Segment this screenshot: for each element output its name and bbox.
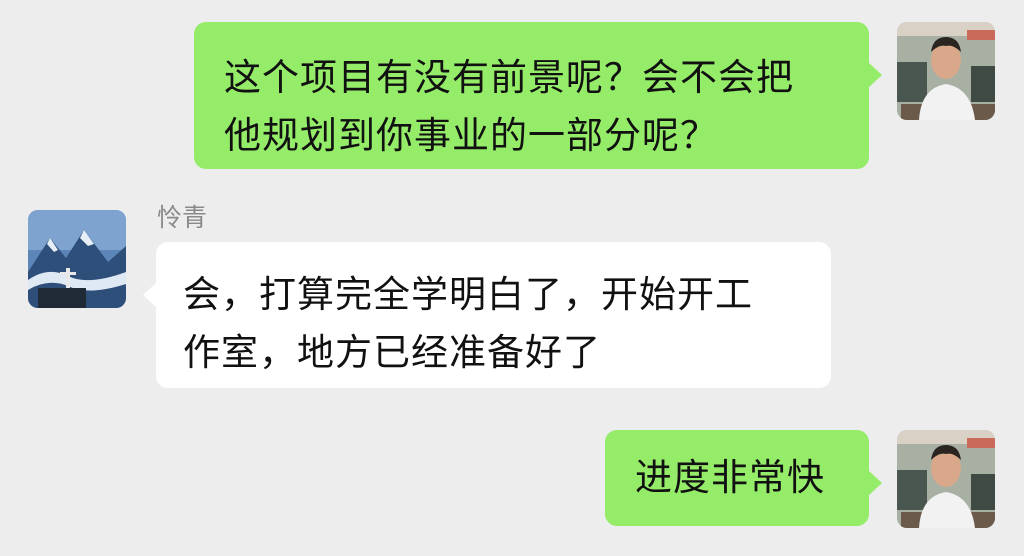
- user-avatar-photo-icon: [897, 430, 995, 528]
- avatar[interactable]: [897, 22, 995, 120]
- message-text: 这个项目有没有前景呢？会不会把 他规划到你事业的一部分呢？: [224, 56, 794, 157]
- message-bubble-outgoing[interactable]: 这个项目有没有前景呢？会不会把 他规划到你事业的一部分呢？: [194, 22, 882, 169]
- avatar[interactable]: [897, 430, 995, 528]
- avatar[interactable]: [28, 210, 126, 308]
- contact-name: 怜青: [157, 203, 208, 232]
- message-text: 会，打算完全学明白了，开始开工 作室，地方已经准备好了: [183, 273, 753, 374]
- contact-avatar-mountain-icon: [28, 210, 126, 308]
- message-text: 进度非常快: [635, 456, 825, 499]
- user-avatar-photo-icon: [897, 22, 995, 120]
- message-bubble-outgoing[interactable]: 进度非常快: [605, 430, 882, 526]
- message-bubble-incoming[interactable]: 会，打算完全学明白了，开始开工 作室，地方已经准备好了: [143, 242, 831, 388]
